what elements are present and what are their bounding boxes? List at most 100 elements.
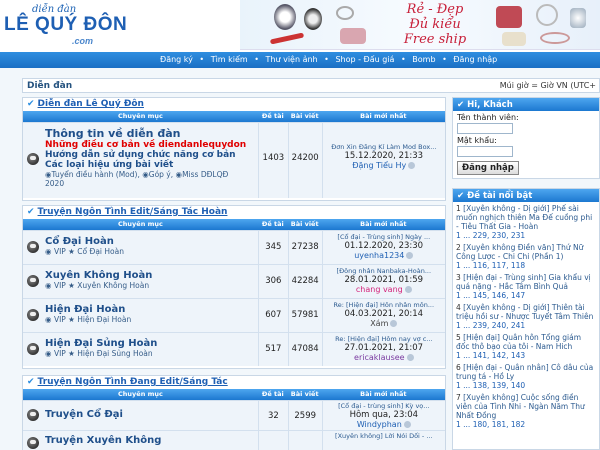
forum-read-icon — [27, 409, 39, 421]
hot-topic-item[interactable]: 1 [Xuyên không - Dị giới] Phế sài muốn n… — [456, 204, 596, 240]
last-post-title[interactable]: [Đông nhân Nanbaka-Hoàn... — [323, 267, 445, 275]
page-links[interactable]: 1 ... 239, 240, 241 — [456, 321, 525, 330]
page-links[interactable]: 1 ... 229, 230, 231 — [456, 231, 525, 240]
hot-topic-item[interactable]: 3 [Hiện đại - Trùng sinh] Gia khẩu vị qu… — [456, 273, 596, 300]
forum-title[interactable]: Truyện Cổ Đại — [45, 409, 258, 420]
forum-title[interactable]: Hiện Đại Sủng Hoàn — [45, 338, 258, 349]
forum-row: Truyện Xuyên Không [Xuyên không] Lời Nói… — [23, 430, 445, 450]
last-post-author[interactable]: ericaklausee — [354, 353, 405, 362]
forum-desc-link[interactable]: Hướng dẫn sử dụng chức năng cơ bản — [45, 150, 258, 160]
last-post-title[interactable]: [Cổ đại - Trùng sinh] Ngày ... — [323, 233, 445, 241]
forum-row: Thông tin về diễn đàn Những điều cơ bản … — [23, 122, 445, 198]
goto-post-icon[interactable] — [404, 286, 412, 293]
nav-register[interactable]: Đăng ký — [160, 55, 193, 64]
forum-title[interactable]: Thông tin về diễn đàn — [45, 127, 258, 140]
subforum-link[interactable]: 2020 — [45, 179, 258, 188]
check-icon: ✔ — [27, 99, 35, 109]
forum-title[interactable]: Hiện Đại Hoàn — [45, 304, 258, 315]
forum-title[interactable]: Truyện Xuyên Không — [45, 435, 258, 446]
forum-read-icon — [27, 343, 39, 355]
page-links[interactable]: 1 ... 145, 146, 147 — [456, 291, 525, 300]
category-title[interactable]: ✔ Truyện Ngôn Tình Đang Edit/Sáng Tác — [23, 376, 445, 389]
forum-row: Truyện Cổ Đại 32 2599 [Cổ đại - trùng si… — [23, 400, 445, 430]
hot-topic-item[interactable]: 6 [Hiện đại - Quân nhân] Cô dâu của trun… — [456, 363, 596, 390]
hot-topic-item[interactable]: 5 [Hiện đại] Quân hôn Tổng giám đốc thô … — [456, 333, 596, 360]
hot-topic-item[interactable]: 7 [Xuyên không] Cuộc sống điền viên của … — [456, 393, 596, 429]
goto-post-icon[interactable] — [403, 421, 411, 428]
subforum-link[interactable]: VIP ★ Cổ Đại Hoàn — [54, 247, 124, 256]
subforum-icon: ◉ — [45, 349, 54, 358]
col-header-posts: Bài viết — [290, 390, 319, 398]
ad-banner[interactable]: Rẻ - Đẹp Đủ kiểu Free ship — [240, 0, 600, 50]
last-post-title[interactable]: [Xuyên không] Lời Nói Dối - ... — [323, 432, 445, 440]
nav-bomb[interactable]: Bomb — [412, 55, 435, 64]
table-header: Chuyên mục Đề tài Bài viết Bài mới nhất — [23, 111, 445, 122]
nav-gallery[interactable]: Thư viện ảnh — [266, 55, 318, 64]
category-title[interactable]: ✔ Truyện Ngôn Tình Edit/Sáng Tác Hoàn — [23, 206, 445, 219]
subforum-link[interactable]: Góp ý, — [149, 170, 176, 179]
last-post-time: 04.03.2021, 20:14 — [344, 309, 424, 319]
last-post-author[interactable]: Xám — [370, 319, 388, 328]
post-count: 24200 — [287, 123, 322, 198]
breadcrumb-home[interactable]: Diễn đàn — [27, 81, 72, 91]
goto-post-icon[interactable] — [406, 354, 414, 361]
col-header-topics: Đề tài — [261, 112, 284, 120]
forum-title[interactable]: Xuyên Không Hoàn — [45, 270, 258, 281]
last-post: Re: [Hiện đại] Hôn nhân môn... 04.03.202… — [321, 299, 445, 332]
subforum-link[interactable]: VIP ★ Hiện Đại Hoàn — [54, 315, 131, 324]
forum-desc-link[interactable]: Các loại hiệu ứng bài viết — [45, 160, 258, 170]
subforum-link[interactable]: Tuyển điều hành (Mod), — [52, 170, 143, 179]
page-links[interactable]: 1 ... 138, 139, 140 — [456, 381, 525, 390]
site-logo[interactable]: diễn đàn LÊ QUÝ ĐÔN .com — [4, 2, 134, 50]
post-count: 27238 — [287, 231, 322, 264]
forum-title[interactable]: Cổ Đại Hoàn — [45, 236, 258, 247]
username-input[interactable] — [457, 123, 513, 134]
nav-separator: • — [199, 55, 205, 64]
page-links[interactable]: 1 ... 180, 181, 182 — [456, 420, 525, 429]
last-post-author[interactable]: Windyphan — [357, 420, 402, 429]
forum-desc-link[interactable]: Những điều cơ bản về diendanlequydon — [45, 140, 258, 150]
last-post-title[interactable]: [Cổ đại - trùng sinh] Kỳ vọ... — [323, 402, 445, 410]
last-post-author[interactable]: Đặng Tiểu Hy — [352, 161, 406, 170]
page-links[interactable]: 1 ... 141, 142, 143 — [456, 351, 525, 360]
post-count: 2599 — [287, 401, 322, 430]
charm-product-image — [502, 32, 526, 46]
login-button[interactable]: Đăng nhập — [457, 161, 519, 175]
breadcrumb: Diễn đàn Múi giờ = Giờ VN (UTC+ — [22, 78, 600, 93]
password-input[interactable] — [457, 146, 513, 157]
check-icon: ✔ — [27, 207, 35, 217]
timezone-info: Múi giờ = Giờ VN (UTC+ — [499, 81, 596, 90]
subforum-link[interactable]: VIP ★ Hiện Đại Sủng Hoàn — [54, 349, 153, 358]
col-header-last-post: Bài mới nhất — [360, 112, 407, 120]
forum-row: Xuyên Không Hoàn ◉ VIP ★ Xuyên Không Hoà… — [23, 264, 445, 298]
col-header-posts: Bài viết — [290, 220, 319, 228]
col-header-posts: Bài viết — [290, 112, 319, 120]
last-post-time: 01.12.2020, 23:30 — [344, 241, 424, 251]
nav-login[interactable]: Đăng nhập — [453, 55, 497, 64]
last-post-title[interactable]: Re: [Hiện đại] Hôn nhân môn... — [323, 301, 445, 309]
nav-shop[interactable]: Shop - Đấu giá — [335, 55, 394, 64]
topic-count: 607 — [257, 299, 288, 332]
hot-topic-item[interactable]: 4 [Xuyên không - Dị giới] Thiên tài triệ… — [456, 303, 596, 330]
goto-post-icon[interactable] — [406, 252, 414, 259]
password-label: Mật khẩu: — [457, 136, 497, 145]
page-links[interactable]: 1 ... 116, 117, 118 — [456, 261, 525, 270]
last-post-title[interactable]: Đơn Xin Đăng Kí Làm Mod Box... — [323, 143, 445, 151]
topic-count: 1403 — [257, 123, 288, 198]
post-count: 42284 — [287, 265, 322, 298]
hot-topic-item[interactable]: 2 [Xuyên không Điền văn] Thứ Nữ Công Lượ… — [456, 243, 596, 270]
subforum-link[interactable]: VIP ★ Xuyên Không Hoàn — [54, 281, 149, 290]
goto-post-icon[interactable] — [408, 162, 416, 169]
last-post-author[interactable]: chang vang — [356, 285, 403, 294]
last-post-time: 27.01.2021, 21:07 — [344, 343, 424, 353]
goto-post-icon[interactable] — [390, 320, 398, 327]
category-title[interactable]: ✔ Diễn đàn Lê Quý Đôn — [23, 98, 445, 111]
banner-slogan: Rẻ - Đẹp Đủ kiểu Free ship — [403, 2, 467, 47]
nav-separator: • — [324, 55, 329, 64]
forum-row: Cổ Đại Hoàn ◉ VIP ★ Cổ Đại Hoàn 345 2723… — [23, 230, 445, 264]
last-post-title[interactable]: Re: [Hiện đại] Hôm nay vợ c... — [323, 335, 445, 343]
subforum-link[interactable]: Miss DĐLQĐ — [182, 170, 228, 179]
last-post-author[interactable]: uyenha1234 — [354, 251, 404, 260]
username-label: Tên thành viên: — [457, 113, 519, 122]
nav-search[interactable]: Tìm kiếm — [211, 55, 248, 64]
